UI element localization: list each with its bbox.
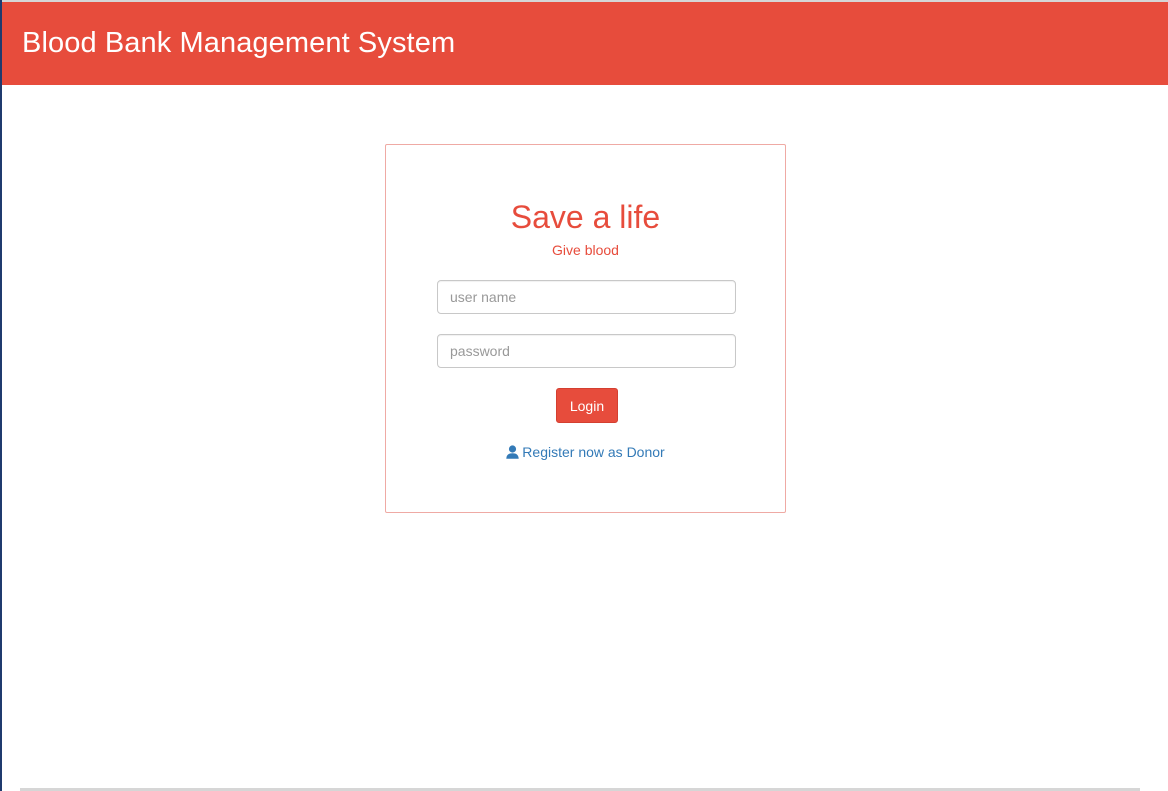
user-icon bbox=[506, 445, 519, 463]
register-donor-label: Register now as Donor bbox=[522, 444, 665, 460]
password-input[interactable] bbox=[437, 334, 736, 368]
app-header: Blood Bank Management System bbox=[2, 2, 1168, 85]
username-input[interactable] bbox=[437, 280, 736, 314]
login-heading: Save a life bbox=[510, 199, 661, 235]
login-card: Save a life Give blood Login Register no… bbox=[385, 144, 786, 513]
login-button[interactable]: Login bbox=[556, 388, 618, 423]
login-subheading: Give blood bbox=[552, 242, 619, 258]
register-donor-link[interactable]: Register now as Donor bbox=[386, 443, 785, 463]
browser-viewport: Blood Bank Management System Save a life… bbox=[0, 0, 1168, 791]
app-title: Blood Bank Management System bbox=[22, 27, 456, 59]
